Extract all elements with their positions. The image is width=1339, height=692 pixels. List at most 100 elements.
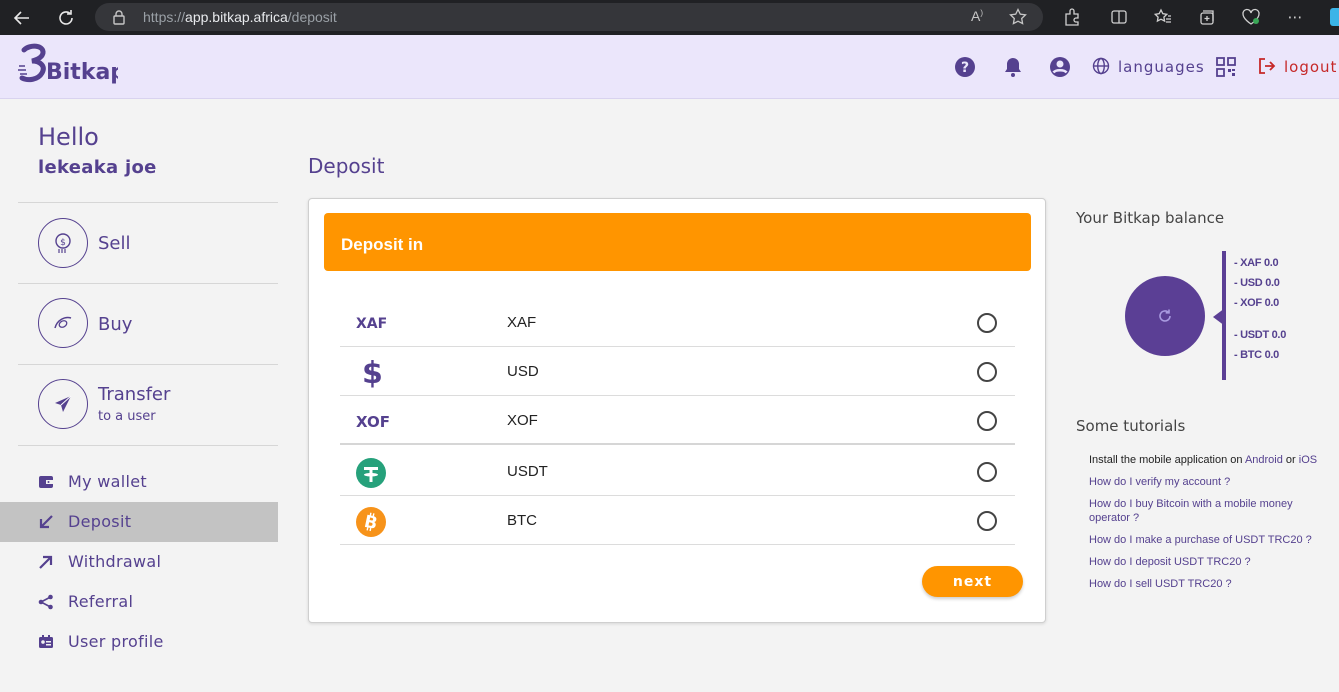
currency-radio[interactable] xyxy=(977,462,997,482)
account-icon[interactable] xyxy=(1048,55,1072,79)
tutorial-or-text: or xyxy=(1285,454,1296,466)
arrow-up-right-icon xyxy=(39,555,53,569)
balance-xof: - XOF 0.0 xyxy=(1234,297,1279,309)
currency-option-usd[interactable]: $ USD xyxy=(340,347,1015,396)
copilot-icon[interactable] xyxy=(1330,8,1339,26)
currency-option-usdt[interactable]: USDT xyxy=(340,447,1015,496)
extensions-icon[interactable] xyxy=(1062,7,1082,27)
currency-radio[interactable] xyxy=(977,411,997,431)
username: lekeaka joe xyxy=(38,157,157,178)
back-icon[interactable] xyxy=(10,6,34,30)
sidebar-item-label: Referral xyxy=(68,592,134,611)
share-icon xyxy=(38,594,53,610)
languages-button[interactable]: languages xyxy=(1118,58,1205,76)
dollar-icon: $ xyxy=(362,355,383,391)
balance-refresh-button[interactable] xyxy=(1125,276,1205,356)
buy-icon xyxy=(38,298,88,348)
currency-option-xaf[interactable]: XAF XAF xyxy=(340,298,1015,347)
page-title: Deposit xyxy=(308,154,385,178)
sell-action[interactable]: $ Sell xyxy=(18,203,278,283)
tutorial-link[interactable]: How do I sell USDT TRC20 ? xyxy=(1089,577,1329,591)
sell-icon: $ xyxy=(38,218,88,268)
deposit-card-header: Deposit in xyxy=(324,213,1031,271)
android-link[interactable]: Android xyxy=(1245,454,1283,466)
more-menu-icon[interactable]: ⋯ xyxy=(1285,7,1305,27)
divider xyxy=(18,445,278,446)
balance-usd: - USD 0.0 xyxy=(1234,277,1280,289)
sidebar-item-referral[interactable]: Referral xyxy=(0,582,278,622)
sidebar-item-label: My wallet xyxy=(68,472,147,491)
transfer-sublabel: to a user xyxy=(98,409,156,424)
help-icon[interactable]: ? xyxy=(953,55,977,79)
sidebar-item-label: User profile xyxy=(68,632,164,651)
tutorials-title: Some tutorials xyxy=(1076,417,1186,435)
sidebar-item-label: Deposit xyxy=(68,512,132,531)
wallet-icon xyxy=(39,476,53,488)
currency-radio[interactable] xyxy=(977,313,997,333)
next-button[interactable]: next xyxy=(922,566,1023,597)
sell-label: Sell xyxy=(98,233,131,254)
sidebar-item-deposit[interactable]: Deposit xyxy=(0,502,278,542)
tutorial-link[interactable]: How do I deposit USDT TRC20 ? xyxy=(1089,555,1329,569)
svg-text:?: ? xyxy=(961,60,969,76)
balance-usdt: - USDT 0.0 xyxy=(1234,329,1287,341)
transfer-action[interactable]: Transfer to a user xyxy=(18,365,278,445)
buy-action[interactable]: Buy xyxy=(18,284,278,364)
balance-title: Your Bitkap balance xyxy=(1076,209,1225,227)
lock-icon[interactable] xyxy=(112,9,126,25)
currency-radio[interactable] xyxy=(977,362,997,382)
balance-bar xyxy=(1222,251,1226,380)
favorite-star-icon[interactable] xyxy=(1009,8,1027,26)
favorites-icon[interactable] xyxy=(1153,7,1173,27)
right-panel: Your Bitkap balance - XAF 0.0 - USD 0.0 … xyxy=(1062,199,1339,599)
arrow-down-left-icon xyxy=(39,515,53,529)
sidebar-item-label: Withdrawal xyxy=(68,552,162,571)
reload-icon[interactable] xyxy=(54,6,78,30)
tutorial-link[interactable]: How do I buy Bitcoin with a mobile money… xyxy=(1089,497,1309,525)
svg-text:$: $ xyxy=(60,238,66,248)
currency-name: XOF xyxy=(507,412,538,429)
tutorial-install-app: Install the mobile application on Androi… xyxy=(1089,453,1339,467)
id-card-icon xyxy=(39,635,53,648)
xof-icon: XOF xyxy=(356,413,391,431)
qr-code-icon[interactable] xyxy=(1216,57,1236,77)
paper-plane-icon xyxy=(38,379,88,429)
currency-name: USD xyxy=(507,363,539,380)
balance-xaf: - XAF 0.0 xyxy=(1234,257,1279,269)
sidebar: Hello lekeaka joe $ Sell Buy Transfer to… xyxy=(0,99,278,689)
greeting: Hello xyxy=(38,123,99,151)
url-text: https://app.bitkap.africa/deposit xyxy=(143,9,337,25)
browser-essentials-icon[interactable] xyxy=(1241,7,1261,27)
currency-name: BTC xyxy=(507,512,537,529)
address-bar[interactable]: https://app.bitkap.africa/deposit A) xyxy=(95,3,1043,31)
currency-name: XAF xyxy=(507,314,537,331)
svg-text:Bitkap: Bitkap xyxy=(46,60,118,85)
tutorial-link[interactable]: How do I make a purchase of USDT TRC20 ? xyxy=(1089,533,1329,547)
notification-bell-icon[interactable] xyxy=(1001,55,1025,79)
buy-label: Buy xyxy=(98,314,133,335)
currency-name: USDT xyxy=(507,463,548,480)
refresh-icon xyxy=(1159,309,1171,322)
currency-radio[interactable] xyxy=(977,511,997,531)
bitcoin-icon: B xyxy=(356,507,388,537)
collections-icon[interactable] xyxy=(1197,7,1217,27)
card-title: Deposit in xyxy=(341,235,424,254)
read-aloud-icon[interactable]: A) xyxy=(971,8,989,26)
currency-option-btc[interactable]: B BTC xyxy=(340,496,1015,545)
currency-option-xof[interactable]: XOF XOF xyxy=(340,396,1015,445)
logout-icon[interactable] xyxy=(1258,57,1276,75)
browser-toolbar: https://app.bitkap.africa/deposit A) ⋯ xyxy=(0,0,1339,35)
globe-icon[interactable] xyxy=(1092,57,1110,75)
sidebar-item-withdrawal[interactable]: Withdrawal xyxy=(0,542,278,582)
bitkap-logo[interactable]: Bitkap xyxy=(18,41,118,87)
sidebar-item-user-profile[interactable]: User profile xyxy=(0,622,278,662)
logout-button[interactable]: logout xyxy=(1284,58,1337,76)
split-screen-icon[interactable] xyxy=(1109,7,1129,27)
deposit-card: Deposit in XAF XAF $ USD XOF XOF USDT B … xyxy=(308,198,1046,623)
tutorial-link[interactable]: How do I verify my account ? xyxy=(1089,475,1329,489)
xaf-icon: XAF xyxy=(356,316,388,332)
tutorial-intro-text: Install the mobile application on xyxy=(1089,454,1243,466)
ios-link[interactable]: iOS xyxy=(1299,454,1317,466)
tether-icon xyxy=(356,458,388,488)
sidebar-item-my-wallet[interactable]: My wallet xyxy=(0,462,278,502)
